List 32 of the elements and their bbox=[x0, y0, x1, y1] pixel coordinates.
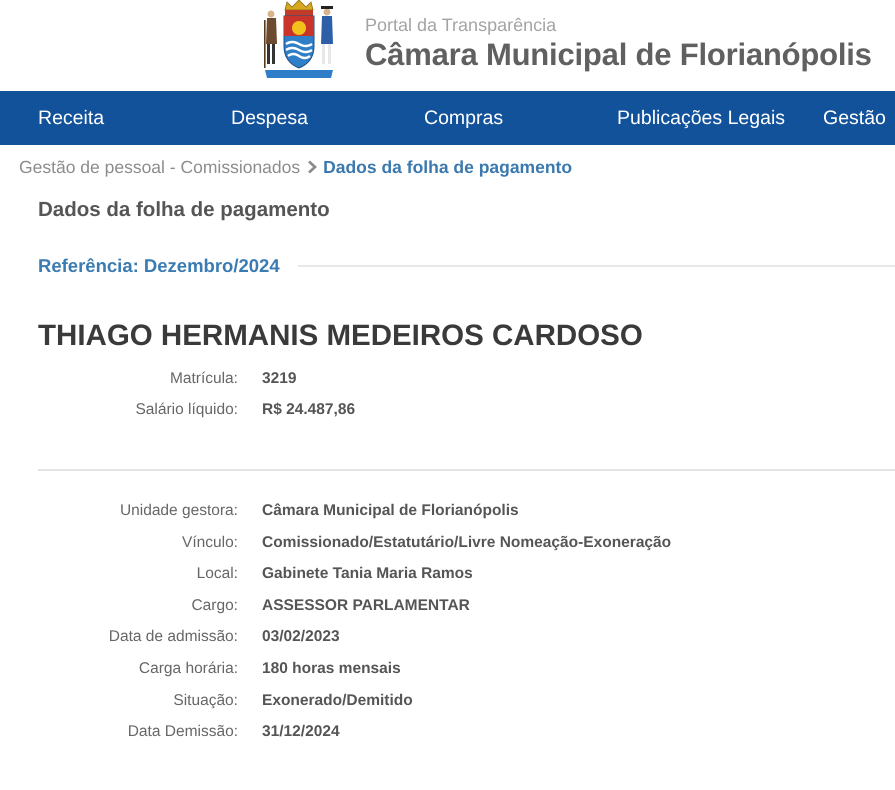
nav-link[interactable]: Receita bbox=[38, 106, 193, 130]
site-title: Câmara Municipal de Florianópolis bbox=[365, 36, 872, 74]
field-label: Cargo: bbox=[190, 596, 238, 615]
field-value: Comissionado/Estatutário/Livre Nomeação-Exoneração bbox=[262, 534, 672, 552]
field-label: Vínculo: bbox=[180, 534, 238, 552]
nav-link[interactable]: Gestão bbox=[823, 106, 886, 130]
field-value: R$ 24.487,86 bbox=[262, 401, 356, 420]
field-label: Salário líquido: bbox=[134, 401, 238, 420]
field-label: Matrícula: bbox=[168, 370, 238, 388]
field-value: Gabinete Tania Maria Ramos bbox=[262, 565, 474, 584]
field-value: Câmara Municipal de Florianópolis bbox=[262, 502, 520, 520]
field-label: Unidade gestora: bbox=[118, 502, 238, 520]
employee-name: THIAGO HERMANIS MEDEIROS CARDOSO bbox=[38, 318, 644, 354]
chevron-right-icon bbox=[307, 160, 318, 174]
field-label: Local: bbox=[196, 565, 238, 584]
field-label: Carga horária: bbox=[138, 660, 238, 678]
portal-subtitle: Portal da Transparência bbox=[365, 14, 558, 36]
nav-link[interactable]: Publicações Legais bbox=[617, 106, 786, 130]
page-title: Dados da folha de pagamento bbox=[38, 197, 331, 223]
field-value: ASSESSOR PARLAMENTAR bbox=[262, 596, 471, 615]
field-value: Exonerado/Demitido bbox=[262, 692, 414, 710]
nav-link[interactable]: Compras bbox=[424, 106, 579, 130]
field-label: Data de admissão: bbox=[108, 628, 238, 646]
field-value: 3219 bbox=[262, 370, 298, 388]
reference-period: Referência: Dezembro/2024 bbox=[38, 254, 280, 278]
nav-link[interactable]: Despesa bbox=[231, 106, 386, 130]
field-label: Data Demissão: bbox=[126, 723, 238, 742]
field-value: 180 horas mensais bbox=[262, 660, 402, 678]
breadcrumb-current: Dados da folha de pagamento bbox=[323, 156, 572, 178]
field-label: Situação: bbox=[172, 692, 238, 710]
field-value: 03/02/2023 bbox=[262, 628, 341, 646]
field-value: 31/12/2024 bbox=[262, 723, 341, 742]
